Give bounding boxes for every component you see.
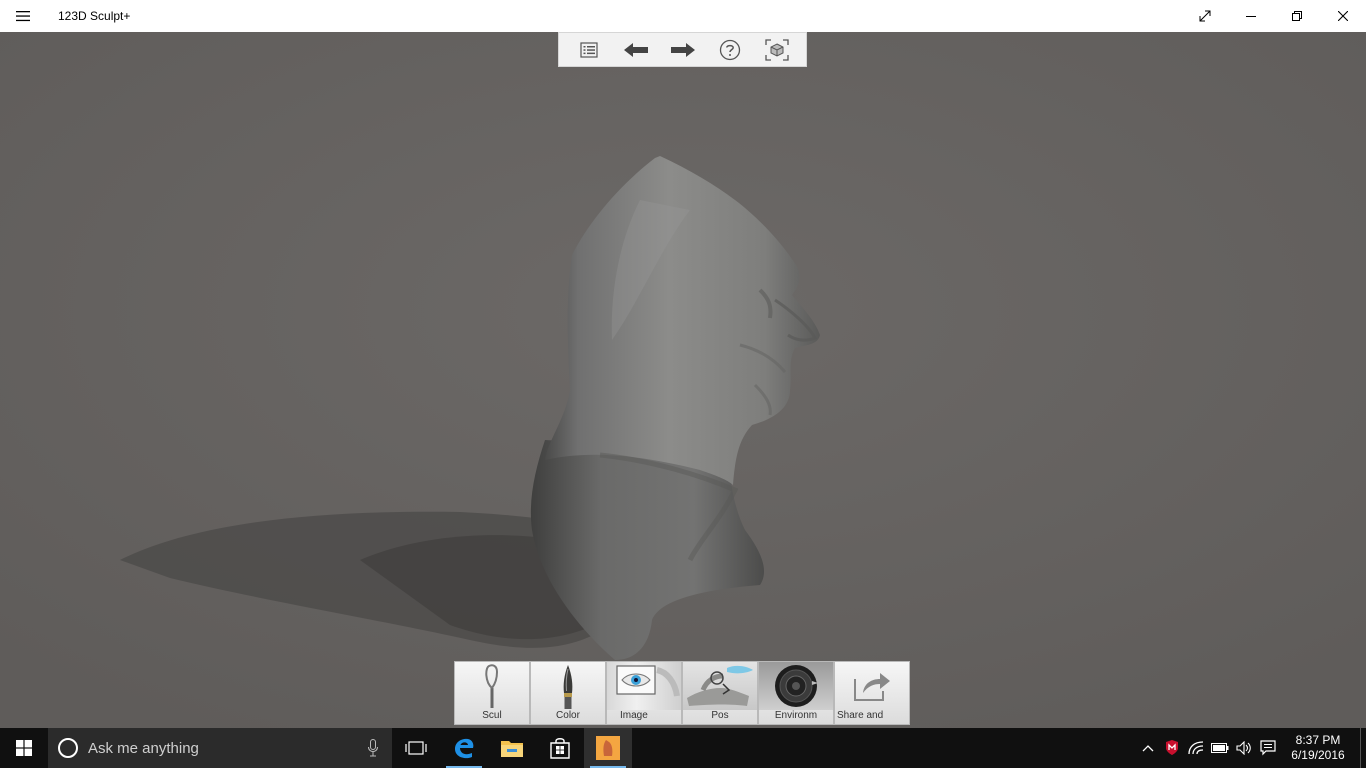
edge-icon: [455, 738, 474, 759]
notification-icon: [1260, 740, 1276, 756]
taskbar-clock[interactable]: 8:37 PM 6/19/2016: [1280, 733, 1356, 763]
share-tool-label: Share and: [837, 710, 884, 721]
task-view-button[interactable]: [392, 728, 440, 768]
sculpt-viewport[interactable]: [0, 32, 1366, 728]
pose-tool-button[interactable]: Pos: [682, 661, 758, 725]
help-icon: [719, 39, 740, 60]
eye-image-icon: [616, 665, 680, 697]
show-desktop-button[interactable]: [1360, 728, 1366, 768]
window-title: 123D Sculpt+: [58, 9, 131, 23]
environment-tool-label: Environm: [774, 710, 818, 721]
taskbar-store[interactable]: [536, 728, 584, 768]
pose-tool-label: Pos: [711, 710, 729, 721]
store-bag-icon: [550, 738, 570, 759]
task-view-icon: [405, 741, 427, 755]
taskbar: Ask me anything 8:37 PM 6/19/2016: [0, 728, 1366, 768]
search-placeholder: Ask me anything: [88, 739, 199, 757]
frame-model-button[interactable]: [759, 35, 795, 65]
minimize-icon: [1246, 16, 1256, 17]
mcafee-tray-button[interactable]: [1160, 728, 1184, 768]
undo-button[interactable]: [618, 35, 654, 65]
show-hidden-icons-button[interactable]: [1136, 728, 1160, 768]
taskbar-edge[interactable]: [440, 728, 488, 768]
color-tool-label: Color: [556, 710, 580, 721]
brush-icon: [563, 665, 573, 709]
expand-icon: [1199, 10, 1211, 22]
close-button[interactable]: [1320, 0, 1366, 32]
windows-logo-icon: [16, 740, 32, 756]
wifi-icon: [1188, 741, 1204, 755]
share-export-icon: [854, 673, 890, 701]
fullscreen-button[interactable]: [1182, 0, 1228, 32]
title-bar: 123D Sculpt+: [0, 0, 1366, 32]
cortana-icon: [58, 738, 78, 758]
minimize-button[interactable]: [1228, 0, 1274, 32]
hamburger-menu-button[interactable]: [0, 0, 46, 32]
color-tool-button[interactable]: Color: [530, 661, 606, 725]
wifi-tray-button[interactable]: [1184, 728, 1208, 768]
cortana-search-box[interactable]: Ask me anything: [48, 728, 392, 768]
image-tool-label: Image: [620, 710, 648, 721]
sculpt-model-scene[interactable]: [0, 32, 1366, 728]
start-button[interactable]: [0, 728, 48, 768]
top-toolbar: [558, 32, 807, 67]
share-tool-button[interactable]: Share and: [834, 661, 910, 725]
menu-list-button[interactable]: [571, 35, 607, 65]
hamburger-icon: [16, 11, 30, 22]
system-tray: 8:37 PM 6/19/2016: [1136, 728, 1366, 768]
battery-icon: [1211, 743, 1229, 753]
sculpt-app-icon: [596, 736, 620, 760]
clock-date: 6/19/2016: [1291, 748, 1345, 762]
mcafee-shield-icon: [1166, 740, 1178, 755]
sculpt-loop-tool-icon: [485, 664, 499, 708]
arrow-right-icon: [670, 42, 695, 57]
restore-button[interactable]: [1274, 0, 1320, 32]
battery-tray-button[interactable]: [1208, 728, 1232, 768]
close-icon: [1338, 11, 1348, 21]
help-button[interactable]: [712, 35, 748, 65]
list-icon: [579, 41, 598, 58]
redo-button[interactable]: [665, 35, 701, 65]
camera-lens-icon: [775, 665, 818, 707]
environment-tool-button[interactable]: Environm: [758, 661, 834, 725]
action-center-button[interactable]: [1256, 728, 1280, 768]
arrow-left-icon: [623, 42, 648, 57]
tool-palette: Scul Color Image Pos Environm Share and: [454, 661, 910, 725]
chevron-up-icon: [1142, 745, 1154, 752]
cube-frame-icon: [764, 38, 789, 61]
speaker-icon: [1236, 741, 1251, 755]
pose-hand-icon: [687, 665, 753, 706]
sculpt-tool-label: Scul: [482, 710, 502, 721]
restore-icon: [1292, 11, 1302, 21]
volume-tray-button[interactable]: [1232, 728, 1256, 768]
sculpt-tool-button[interactable]: Scul: [454, 661, 530, 725]
microphone-icon[interactable]: [368, 739, 378, 757]
window-controls: [1182, 0, 1366, 32]
folder-icon: [501, 741, 523, 757]
clock-time: 8:37 PM: [1295, 733, 1341, 747]
image-tool-button[interactable]: Image: [606, 661, 682, 725]
taskbar-file-explorer[interactable]: [488, 728, 536, 768]
taskbar-123d-sculpt[interactable]: [584, 728, 632, 768]
